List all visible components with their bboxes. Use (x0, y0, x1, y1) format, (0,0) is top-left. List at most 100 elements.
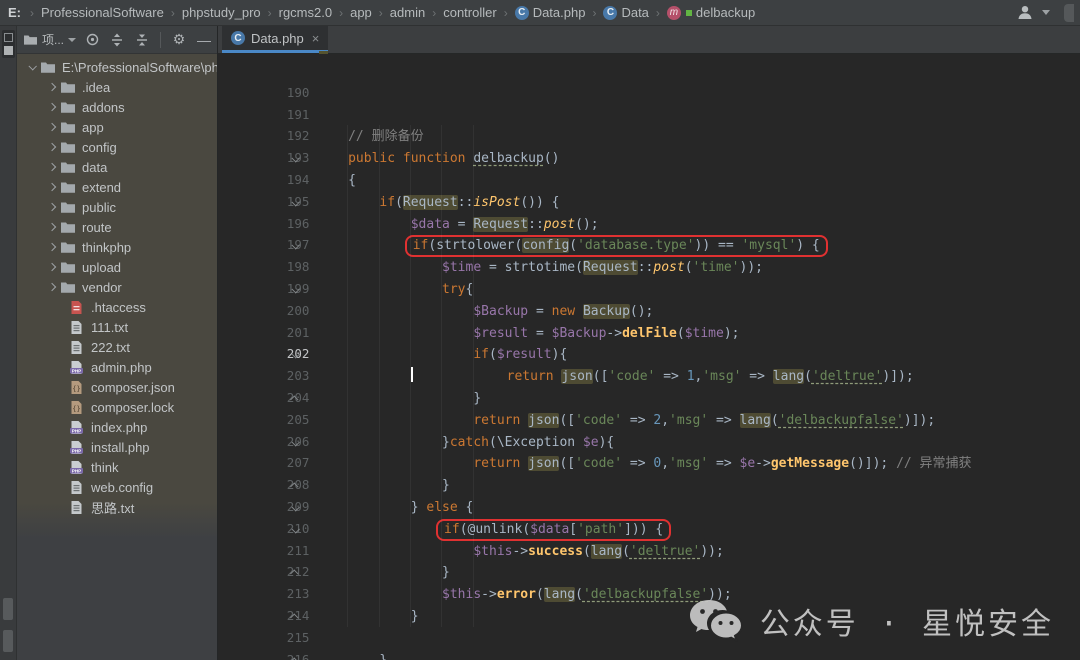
chevron-right-icon[interactable] (47, 122, 57, 132)
hide-panel-button[interactable]: — (195, 31, 213, 49)
public-modifier-icon (685, 9, 692, 16)
breadcrumb-item-data[interactable]: C Data (603, 5, 649, 20)
chevron-right-icon[interactable] (47, 222, 57, 232)
expand-all-button[interactable] (108, 31, 126, 49)
breadcrumb-item-delbackup[interactable]: m delbackup (666, 5, 755, 20)
line-number: 200 (286, 302, 310, 318)
line-number: 196 (286, 215, 310, 231)
chevron-right-icon[interactable] (47, 162, 57, 172)
tree-file-composer-json[interactable]: {} composer.json (17, 377, 217, 397)
breadcrumb-separator: › (655, 5, 660, 20)
tree-file-222-txt[interactable]: 222.txt (17, 337, 217, 357)
txt-file-icon (69, 320, 85, 335)
line-number: 213 (286, 586, 310, 602)
folder-icon (60, 180, 76, 195)
tree-folder-extend[interactable]: extend (17, 177, 217, 197)
txt-file-icon (69, 480, 85, 495)
breadcrumb-separator: › (339, 5, 344, 20)
code-line-192[interactable]: 192 public function delbackup() (218, 104, 1080, 166)
project-tool-icon (4, 33, 13, 42)
code-lines: 190 191 // 删除备份 192 public function delb… (218, 60, 1080, 660)
chevron-right-icon[interactable] (47, 142, 57, 152)
breadcrumb-separator: › (592, 5, 597, 20)
tree-folder-vendor[interactable]: vendor (17, 277, 217, 297)
folder-icon (60, 200, 76, 215)
chevron-right-icon[interactable] (47, 282, 57, 292)
txt-file-icon (69, 340, 85, 355)
chevron-right-icon[interactable] (47, 242, 57, 252)
breadcrumb-item-professionalsoftware[interactable]: ProfessionalSoftware (41, 5, 164, 20)
user-icon[interactable] (1017, 5, 1034, 20)
breadcrumb-item-phpstudy-pro[interactable]: phpstudy_pro (182, 5, 261, 20)
json-file-icon: {} (69, 400, 85, 415)
tree-folder-public[interactable]: public (17, 197, 217, 217)
breadcrumb-item-drive[interactable]: E: (8, 5, 21, 20)
breadcrumb-item-app[interactable]: app (350, 5, 372, 20)
tree-file-composer-lock[interactable]: {} composer.lock (17, 397, 217, 417)
project-view-selector[interactable]: 项... (23, 31, 77, 48)
folder-icon (60, 100, 76, 115)
code-editor[interactable]: 190 191 // 删除备份 192 public function delb… (218, 54, 1080, 660)
folder-icon (60, 220, 76, 235)
tree-folder-config[interactable]: config (17, 137, 217, 157)
bottom-tool-window-tab[interactable] (3, 598, 13, 620)
breadcrumb-separator: › (432, 5, 437, 20)
breadcrumb-item-data-php[interactable]: C Data.php (514, 5, 585, 20)
chevron-right-icon[interactable] (47, 182, 57, 192)
breadcrumb-item-rgcms2-0[interactable]: rgcms2.0 (279, 5, 332, 20)
tree-file-install-php[interactable]: PHP install.php (17, 437, 217, 457)
chevron-right-icon[interactable] (47, 82, 57, 92)
settings-gear-icon[interactable]: ⚙ (170, 31, 188, 49)
close-icon[interactable]: × (312, 31, 320, 46)
bottom-tool-window-tab[interactable] (3, 630, 13, 652)
collapse-all-button[interactable] (133, 31, 151, 49)
tab-data-php[interactable]: C Data.php × (222, 26, 329, 53)
breadcrumb-separator: › (267, 5, 272, 20)
line-number: 205 (286, 411, 310, 427)
class-icon: C (514, 5, 529, 20)
class-icon: C (603, 5, 618, 20)
code-line-190[interactable]: 190 (218, 60, 1080, 100)
breadcrumb-item-admin[interactable]: admin (390, 5, 425, 20)
tree-folder-data[interactable]: data (17, 157, 217, 177)
tree-root[interactable]: E:\ProfessionalSoftware\phps (17, 57, 217, 77)
tree-folder-upload[interactable]: upload (17, 257, 217, 277)
line-number: 198 (286, 259, 310, 275)
tree-file-index-php[interactable]: PHP index.php (17, 417, 217, 437)
tree-folder-route[interactable]: route (17, 217, 217, 237)
code-line-191[interactable]: 191 // 删除备份 (218, 82, 1080, 145)
folder-icon (60, 120, 76, 135)
svg-text:PHP: PHP (72, 448, 81, 453)
chevron-down-icon[interactable] (28, 62, 37, 71)
watermark: 公众号 · 星悦安全 (688, 598, 1054, 644)
chevron-right-icon[interactable] (47, 202, 57, 212)
tree-folder-thinkphp[interactable]: thinkphp (17, 237, 217, 257)
text-caret (410, 367, 413, 383)
project-panel: 项... ⚙ — E:\ProfessionalSoftware\phps .i… (17, 26, 218, 660)
tree-file-htaccess[interactable]: .htaccess (17, 297, 217, 317)
chevron-right-icon[interactable] (47, 102, 57, 112)
chevron-right-icon[interactable] (47, 262, 57, 272)
cropped-toolbar-button[interactable] (1064, 3, 1074, 22)
tree-file-web-config[interactable]: web.config (17, 477, 217, 497)
php-file-icon: PHP (69, 460, 85, 475)
svg-text:{}: {} (72, 405, 80, 413)
tree-folder-app[interactable]: app (17, 117, 217, 137)
chevron-down-icon[interactable] (1042, 10, 1050, 15)
locate-file-button[interactable] (83, 31, 101, 49)
project-stripe-tab[interactable] (2, 30, 15, 58)
php-file-icon: PHP (69, 360, 85, 375)
tree-file-思路-txt[interactable]: 思路.txt (17, 497, 217, 517)
breadcrumb-item-controller[interactable]: controller (443, 5, 496, 20)
folder-icon (60, 140, 76, 155)
line-number: 201 (286, 324, 310, 340)
tree-folder-addons[interactable]: addons (17, 97, 217, 117)
breadcrumb-right-controls (1017, 3, 1074, 22)
tree-file-think[interactable]: PHP think (17, 457, 217, 477)
method-icon: m (666, 5, 681, 20)
line-number: 203 (286, 368, 310, 384)
line-number: 191 (286, 106, 310, 122)
tree-file-111-txt[interactable]: 111.txt (17, 317, 217, 337)
tree-folder-idea[interactable]: .idea (17, 77, 217, 97)
tree-file-admin-php[interactable]: PHP admin.php (17, 357, 217, 377)
